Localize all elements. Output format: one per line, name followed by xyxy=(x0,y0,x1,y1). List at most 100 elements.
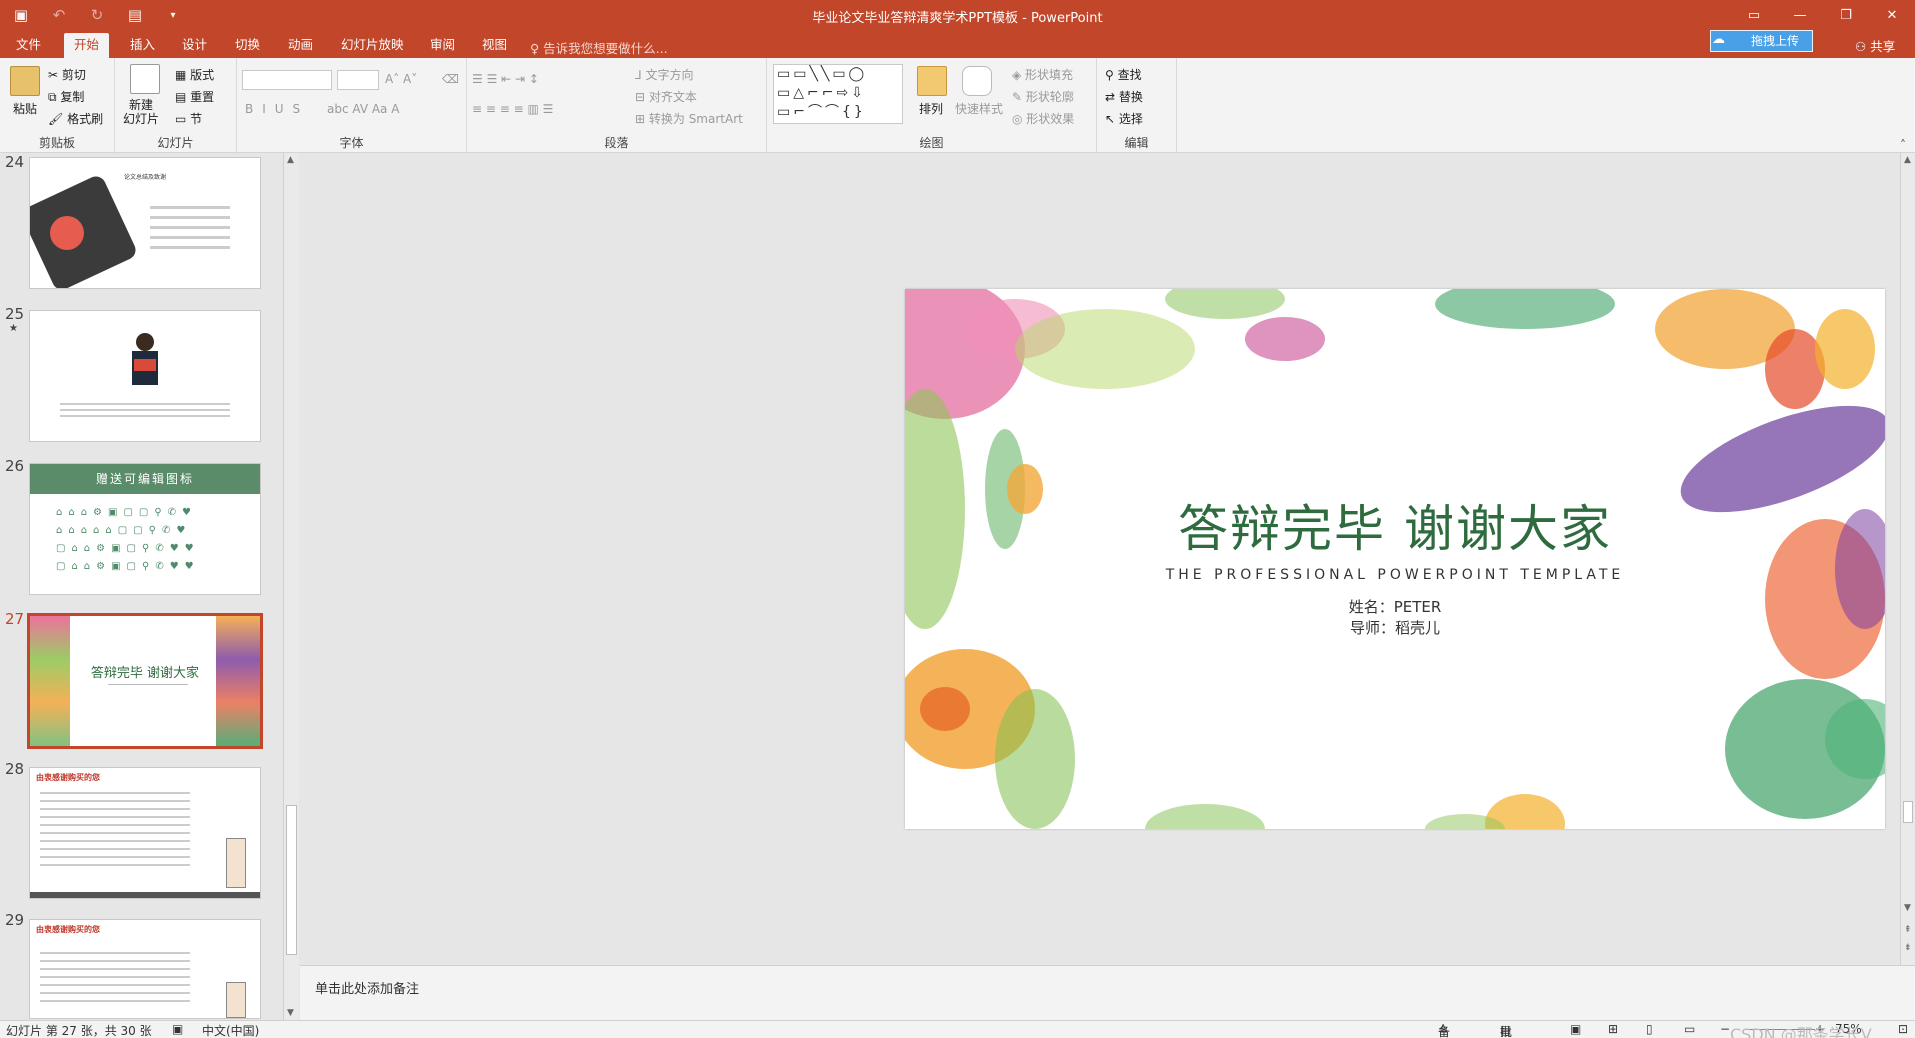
slide-number: 29 xyxy=(5,911,25,929)
watermark-text: CSDN @那条学长V xyxy=(1730,1025,1872,1038)
font-style-buttons[interactable]: BIUS xyxy=(245,102,309,116)
slide-thumbnail-29[interactable]: 由衷感谢购买的您 xyxy=(29,919,261,1019)
previous-slide-icon[interactable]: ⇞ xyxy=(1904,925,1912,935)
slideshow-view-icon[interactable]: ▭ xyxy=(1684,1022,1695,1036)
slide-editing-area[interactable]: 答辩完毕 谢谢大家 THE PROFESSIONAL POWERPOINT TE… xyxy=(300,153,1900,965)
tab-slideshow[interactable]: 幻灯片放映 xyxy=(331,33,414,58)
format-painter-button[interactable]: 🖌 格式刷 xyxy=(48,110,103,127)
fit-slide-icon[interactable]: ⊡ xyxy=(1898,1022,1908,1036)
find-button[interactable]: ⚲ 查找 xyxy=(1105,66,1142,83)
slide-number: 27 xyxy=(5,610,25,628)
copy-button[interactable]: ⧉ 复制 xyxy=(48,88,84,105)
slide-subtitle[interactable]: THE PROFESSIONAL POWERPOINT TEMPLATE xyxy=(905,567,1885,583)
shape-fill-button[interactable]: ◈ 形状填充 xyxy=(1012,66,1073,83)
cartoon-man-graphic xyxy=(226,838,246,888)
spellcheck-icon[interactable]: ▣ xyxy=(172,1022,183,1036)
slide-thumbnail-27[interactable]: 答辩完毕 谢谢大家 xyxy=(27,613,263,749)
new-slide-icon[interactable] xyxy=(130,64,160,94)
tab-insert[interactable]: 插入 xyxy=(120,33,165,58)
arrange-icon[interactable] xyxy=(917,66,947,96)
minimize-icon[interactable]: — xyxy=(1777,0,1823,30)
align-icons[interactable]: ≡ ≡ ≡ ≡ ▥ ☰ xyxy=(472,102,553,116)
collapse-ribbon-icon[interactable]: ˄ xyxy=(1900,138,1906,152)
tab-transitions[interactable]: 切换 xyxy=(225,33,270,58)
new-slide-button[interactable]: 新建 幻灯片 xyxy=(123,98,159,126)
font-size-field[interactable] xyxy=(337,70,379,90)
scroll-down-icon[interactable]: ▼ xyxy=(287,1008,294,1018)
thumb-footer-bar xyxy=(30,892,260,898)
slide-thumbnail-24[interactable]: 论文总结及致谢 xyxy=(29,157,261,289)
scroll-thumb[interactable] xyxy=(1903,801,1913,823)
text-direction-button[interactable]: ⅃ 文字方向 xyxy=(635,66,694,83)
quick-styles-button[interactable]: 快速样式 xyxy=(955,100,1003,117)
slide-number: 24 xyxy=(5,153,25,171)
scroll-thumb[interactable] xyxy=(286,805,297,955)
reading-view-icon[interactable]: ▯ xyxy=(1646,1022,1653,1036)
presenter-name[interactable]: 姓名：PETER xyxy=(905,596,1885,617)
slide-scrollbar[interactable]: ▲ ▼ ⇞ ⇟ xyxy=(1900,153,1915,965)
slide-title[interactable]: 答辩完毕 谢谢大家 xyxy=(905,489,1885,561)
font-name-field[interactable] xyxy=(242,70,332,90)
scroll-up-icon[interactable]: ▲ xyxy=(287,155,294,165)
layout-button[interactable]: ▦ 版式 xyxy=(175,66,214,83)
editing-group: ⚲ 查找 ⇄ 替换 ↖ 选择 编辑 xyxy=(1097,58,1177,153)
scissors-icon: ✂ xyxy=(48,68,62,82)
paste-button[interactable]: 粘贴 xyxy=(13,100,37,117)
slides-group-label: 幻灯片 xyxy=(157,136,194,150)
tell-me-search[interactable]: ♀ 告诉我您想要做什么... xyxy=(530,38,668,57)
shape-effects-button[interactable]: ◎ 形状效果 xyxy=(1012,110,1074,127)
heart-circle-graphic xyxy=(50,216,84,250)
next-slide-icon[interactable]: ⇟ xyxy=(1904,943,1912,953)
tab-review[interactable]: 审阅 xyxy=(420,33,465,58)
reset-button[interactable]: ▤ 重置 xyxy=(175,88,214,105)
font-group: A˄ A˅ ⌫ BIUS abc AV Aa A 字体 xyxy=(237,58,467,153)
maximize-icon[interactable]: ❐ xyxy=(1823,0,1869,30)
paragraph-group-label: 段落 xyxy=(604,136,629,150)
tab-home[interactable]: 开始 xyxy=(64,33,110,58)
podium-graphic xyxy=(134,359,156,371)
paste-icon[interactable] xyxy=(10,66,40,96)
font-size-buttons[interactable]: A˄ A˅ xyxy=(385,72,417,86)
cut-button[interactable]: ✂ 剪切 xyxy=(48,66,86,83)
ribbon-tab-bar: 文件 开始 插入 设计 切换 动画 幻灯片放映 审阅 视图 ♀ 告诉我您想要做什… xyxy=(0,30,1915,58)
slide-thumbnail-26[interactable]: 赠送可编辑图标 ⌂⌂⌂⚙▣▢▢⚲✆♥ ⌂⌂⌂⌂⌂▢▢⚲✆♥ ▢⌂⌂⚙▣▢⚲✆♥♥ ▢⌂… xyxy=(29,463,261,595)
quick-styles-icon[interactable] xyxy=(962,66,992,96)
presenter-head-graphic xyxy=(136,333,154,351)
smartart-button[interactable]: ⊞ 转换为 SmartArt xyxy=(635,110,743,127)
list-icons[interactable]: ☰ ☰ ⇤ ⇥ ↕ xyxy=(472,72,539,86)
slide-thumbnail-25[interactable] xyxy=(29,310,261,442)
slide-number: 25 xyxy=(5,305,25,323)
share-button[interactable]: ⚇ 共享 xyxy=(1855,36,1895,55)
slide-thumbnail-28[interactable]: 由衷感谢购买的您 xyxy=(29,767,261,899)
char-format-icons[interactable]: abc AV Aa A xyxy=(327,102,399,116)
close-icon[interactable]: ✕ xyxy=(1869,0,1915,30)
slide-sorter-icon[interactable]: ⊞ xyxy=(1608,1022,1618,1036)
ribbon-display-icon[interactable]: ▭ xyxy=(1731,0,1777,30)
normal-view-icon[interactable]: ▣ xyxy=(1570,1022,1581,1036)
scroll-up-icon[interactable]: ▲ xyxy=(1904,155,1911,165)
tab-animations[interactable]: 动画 xyxy=(278,33,323,58)
section-button[interactable]: ▭ 节 xyxy=(175,110,202,127)
align-text-icon: ⊟ xyxy=(635,90,649,104)
align-text-button[interactable]: ⊟ 对齐文本 xyxy=(635,88,697,105)
language-indicator[interactable]: 中文(中国) xyxy=(202,1022,259,1038)
tab-view[interactable]: 视图 xyxy=(472,33,517,58)
shapes-gallery[interactable]: ▭▭╲╲▭◯ ▭△⌐⌐⇨⇩ ▭⌐⌒⌒{} xyxy=(773,64,903,124)
cartoon-man-graphic xyxy=(226,982,246,1018)
select-button[interactable]: ↖ 选择 xyxy=(1105,110,1143,127)
replace-button[interactable]: ⇄ 替换 xyxy=(1105,88,1143,105)
tab-design[interactable]: 设计 xyxy=(172,33,217,58)
tab-file[interactable]: 文件 xyxy=(6,33,51,58)
notes-placeholder[interactable]: 单击此处添加备注 xyxy=(315,978,419,997)
shape-outline-button[interactable]: ✎ 形状轮廓 xyxy=(1012,88,1074,105)
notes-pane[interactable]: 单击此处添加备注 xyxy=(300,965,1915,1020)
advisor-name[interactable]: 导师：稻壳儿 xyxy=(905,617,1885,638)
scroll-down-icon[interactable]: ▼ xyxy=(1904,903,1911,913)
zoom-out-icon[interactable]: − xyxy=(1720,1022,1730,1036)
current-slide[interactable]: 答辩完毕 谢谢大家 THE PROFESSIONAL POWERPOINT TE… xyxy=(905,289,1885,829)
clear-format-icon[interactable]: ⌫ xyxy=(442,72,459,86)
thumbnail-scrollbar[interactable]: ▲ ▼ xyxy=(283,153,299,1020)
drawing-group: ▭▭╲╲▭◯ ▭△⌐⌐⇨⇩ ▭⌐⌒⌒{} 排列 快速样式 ◈ 形状填充 ✎ 形状轮廓… xyxy=(767,58,1097,153)
arrange-button[interactable]: 排列 xyxy=(919,100,943,117)
layout-icon: ▦ xyxy=(175,68,191,82)
